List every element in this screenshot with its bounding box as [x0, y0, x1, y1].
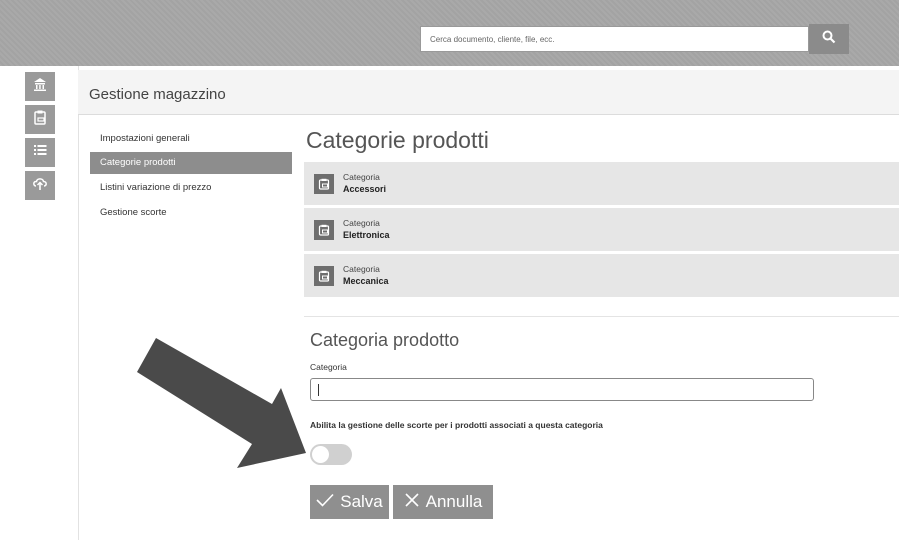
menu-item-listini-variazione[interactable]: Listini variazione di prezzo: [90, 177, 292, 199]
list-icon: [32, 142, 48, 163]
rail-button-list[interactable]: [25, 138, 55, 167]
search-button[interactable]: [809, 24, 849, 54]
category-label: Categoria: [343, 172, 380, 182]
search-input[interactable]: [420, 26, 809, 52]
category-icon: [314, 266, 334, 286]
category-name: Accessori: [343, 184, 387, 194]
home-building-icon: [32, 76, 48, 97]
close-icon: [404, 492, 420, 513]
category-name-input[interactable]: [310, 378, 814, 401]
page-title: Gestione magazzino: [89, 86, 226, 103]
page-header: Gestione magazzino: [78, 70, 899, 115]
rail-button-clipboard[interactable]: [25, 105, 55, 134]
section-title: Categorie prodotti: [306, 127, 489, 153]
save-button-label: Salva: [340, 492, 383, 511]
category-name: Meccanica: [343, 276, 389, 286]
category-label: Categoria: [343, 264, 380, 274]
text-caret: [318, 384, 319, 396]
category-name: Elettronica: [343, 230, 390, 240]
category-icon: [314, 220, 334, 240]
category-row[interactable]: Categoria Accessori: [304, 162, 899, 205]
toggle-knob: [312, 446, 329, 463]
category-icon: [314, 174, 334, 194]
stock-management-toggle-label: Abilita la gestione delle scorte per i p…: [310, 420, 603, 430]
search-icon: [822, 30, 836, 49]
cancel-button[interactable]: Annulla: [393, 485, 493, 519]
form-title: Categoria prodotto: [310, 330, 460, 350]
clipboard-icon: [32, 109, 48, 130]
divider: [304, 316, 899, 317]
menu-item-impostazioni-generali[interactable]: Impostazioni generali: [90, 128, 292, 150]
save-button[interactable]: Salva: [310, 485, 389, 519]
category-row[interactable]: Categoria Meccanica: [304, 254, 899, 297]
category-field-label: Categoria: [310, 362, 347, 372]
menu-item-gestione-scorte[interactable]: Gestione scorte: [90, 202, 292, 224]
checkmark-icon: [316, 492, 334, 512]
category-row[interactable]: Categoria Elettronica: [304, 208, 899, 251]
cancel-button-label: Annulla: [425, 492, 483, 511]
category-label: Categoria: [343, 218, 380, 228]
stock-management-toggle[interactable]: [310, 444, 352, 465]
rail-button-upload[interactable]: [25, 171, 55, 200]
cloud-upload-icon: [32, 175, 48, 196]
rail-button-home[interactable]: [25, 72, 55, 101]
menu-item-categorie-prodotti[interactable]: Categorie prodotti: [90, 152, 292, 174]
